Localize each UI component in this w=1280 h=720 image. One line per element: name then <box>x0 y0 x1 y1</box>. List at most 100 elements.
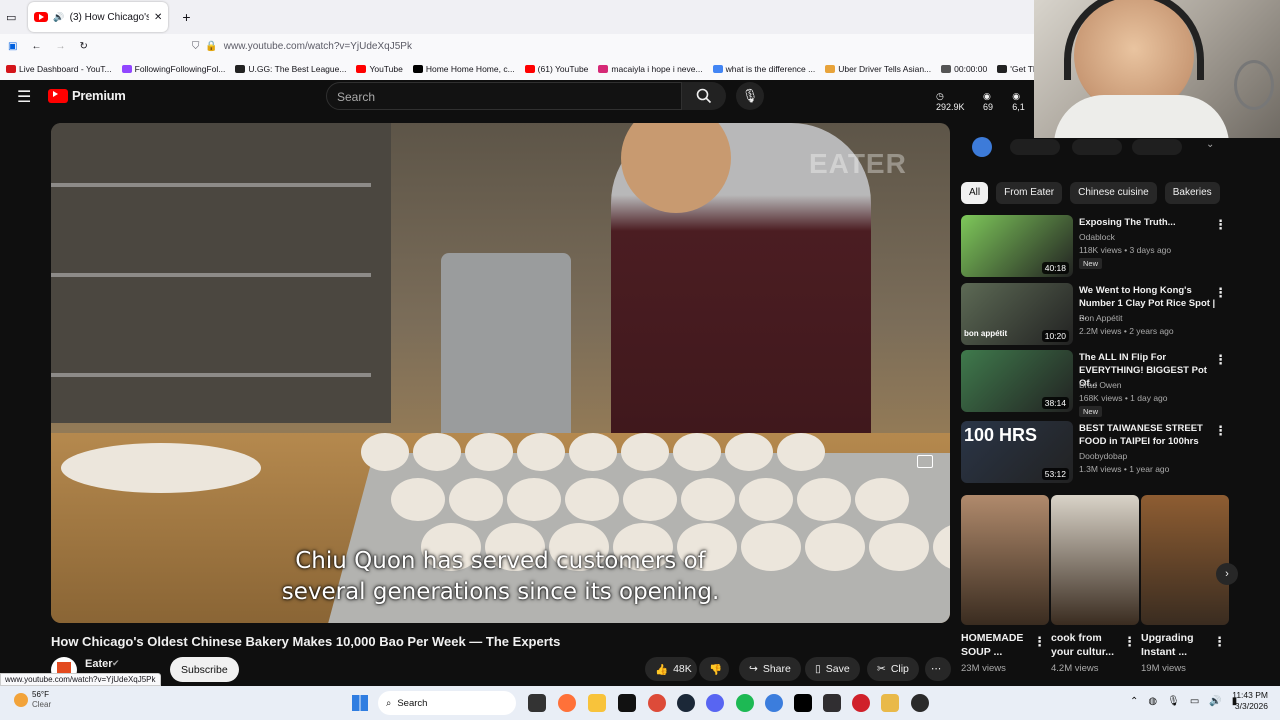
filter-chip[interactable]: Bakeries <box>1164 182 1220 204</box>
chevron-up-icon[interactable]: ⌃ <box>1130 696 1138 707</box>
network-icon[interactable]: ◍ <box>1148 696 1157 707</box>
extension-pill[interactable] <box>1010 139 1060 155</box>
obs-icon[interactable] <box>823 694 841 712</box>
filter-chip[interactable]: All <box>961 182 989 204</box>
back-icon[interactable]: ← <box>31 41 41 52</box>
discord-icon[interactable] <box>706 694 724 712</box>
extension-icon[interactable] <box>972 137 992 157</box>
extension-pill[interactable] <box>1072 139 1122 155</box>
app-w-icon[interactable] <box>911 694 929 712</box>
task-view-icon[interactable] <box>528 694 546 712</box>
sidebar-icon[interactable]: ▣ <box>8 41 17 52</box>
app-red-icon[interactable] <box>852 694 870 712</box>
short-title[interactable]: HOMEMADE SOUP ... <box>961 631 1036 659</box>
bookmark-item[interactable]: 'Get The F--- Out Of M... <box>997 64 1034 74</box>
video-player[interactable]: EATER Chiu Quon has served customers of … <box>51 123 950 623</box>
bookmark-item[interactable]: Uber Driver Tells Asian... <box>825 64 931 74</box>
more-vertical-icon[interactable]: ⋮ <box>1033 634 1046 650</box>
more-vertical-icon[interactable]: ⋮ <box>1214 352 1227 368</box>
search-button[interactable] <box>682 82 726 110</box>
recommendation-channel[interactable]: Doobydobap <box>1079 450 1127 462</box>
more-vertical-icon[interactable]: ⋮ <box>1214 285 1227 301</box>
firefox-icon[interactable] <box>558 694 576 712</box>
like-button[interactable]: 👍 48K <box>645 657 697 681</box>
shelf <box>51 273 371 277</box>
recommendation-item[interactable]: 40:18 Exposing The Truth... Odablock 118K v… <box>961 215 1231 277</box>
recommendation-item[interactable]: 38:14 The ALL IN Flip For EVERYTHING! BIGG… <box>961 350 1231 417</box>
capcut-icon[interactable] <box>794 694 812 712</box>
bookmark-item[interactable]: U.GG: The Best League... <box>235 64 346 74</box>
expand-icon[interactable] <box>917 455 933 468</box>
close-tab-icon[interactable]: ✕ <box>154 12 162 23</box>
file-explorer-icon[interactable] <box>588 694 606 712</box>
mic-tray-icon[interactable]: 🎙 <box>1167 696 1180 707</box>
menu-icon[interactable]: ☰ <box>17 87 31 107</box>
bookmark-item[interactable]: 00:00:00 <box>941 64 987 74</box>
more-vertical-icon[interactable]: ⋮ <box>1213 634 1226 650</box>
new-tab-icon[interactable]: + <box>182 9 190 25</box>
tab-active[interactable]: 🔊 (3) How Chicago's Oldest C ✕ <box>28 2 169 32</box>
search-input[interactable]: Search <box>326 82 682 110</box>
bookmark-item[interactable]: (61) YouTube <box>524 64 588 74</box>
share-button[interactable]: ↪ Share <box>739 657 801 681</box>
url-bar[interactable]: ⛉ 🔒 www.youtube.com/watch?v=YjUdeXqJ5Pk <box>192 41 412 52</box>
scissors-icon: ✂ <box>877 663 886 675</box>
bookmark-favicon-icon <box>356 65 367 73</box>
channel-name[interactable]: Eater <box>85 658 113 670</box>
more-actions-button[interactable]: ⋯ <box>925 657 951 681</box>
recommendation-item[interactable]: bon appétit 10:20 We Went to Hong Kong's Nu… <box>961 283 1231 345</box>
youtube-logo[interactable]: Premium <box>48 88 126 103</box>
short-thumbnail[interactable] <box>961 495 1049 625</box>
recommendation-channel[interactable]: Odablock <box>1079 231 1115 243</box>
forward-icon[interactable]: → <box>55 41 65 52</box>
speaker-icon[interactable]: 🔊 <box>53 12 64 23</box>
short-thumbnail[interactable] <box>1051 495 1139 625</box>
reload-icon[interactable]: ↻ <box>79 41 87 52</box>
subscribe-button[interactable]: Subscribe <box>170 657 239 682</box>
clock[interactable]: 11:43 PM 3/3/2026 <box>1220 690 1268 712</box>
filter-chip[interactable]: Chinese cuisine <box>1070 182 1157 204</box>
filter-chip[interactable]: From Eater <box>996 182 1063 204</box>
short-thumbnail[interactable] <box>1141 495 1229 625</box>
youtube-header: ☰ Premium Search 🎙 ◷ 292.9K ◉ 69 ◉ 6,1 <box>0 80 1034 114</box>
recommendation-item[interactable]: 100 HRS 53:12 BEST TAIWANESE STREET FOOD in… <box>961 421 1231 483</box>
bookmark-favicon-icon <box>997 65 1008 73</box>
more-vertical-icon[interactable]: ⋮ <box>1123 634 1136 650</box>
weather-widget[interactable]: 56°F Clear <box>14 690 51 710</box>
bookmark-item[interactable]: macaiyla i hope i neve... <box>598 64 703 74</box>
short-title[interactable]: Upgrading Instant ... <box>1141 631 1216 659</box>
extension-pill[interactable] <box>1132 139 1182 155</box>
more-vertical-icon[interactable]: ⋮ <box>1214 217 1227 233</box>
bookmark-item[interactable]: Home Home Home, c... <box>412 64 515 74</box>
bookmark-item[interactable]: what is the difference ... <box>712 64 815 74</box>
chrome-icon[interactable] <box>648 694 666 712</box>
bookmark-item[interactable]: FollowingFollowingFol... <box>121 64 226 74</box>
more-vertical-icon[interactable]: ⋮ <box>1214 423 1227 439</box>
bookmark-label: FollowingFollowingFol... <box>134 64 226 74</box>
steam-icon[interactable] <box>677 694 695 712</box>
youtube-logo-icon <box>48 88 68 103</box>
app-yellow-icon[interactable] <box>881 694 899 712</box>
windows-start-icon[interactable] <box>352 695 368 711</box>
recommendation-channel[interactable]: Brad Owen <box>1079 379 1122 391</box>
shorts-next-button[interactable]: › <box>1216 563 1238 585</box>
terminal-icon[interactable] <box>618 694 636 712</box>
video-thumbnail[interactable]: 100 HRS 53:12 <box>961 421 1073 483</box>
clip-button[interactable]: ✂ Clip <box>867 657 919 681</box>
display-icon[interactable]: ▭ <box>1190 696 1199 707</box>
short-title[interactable]: cook from your cultur... <box>1051 631 1126 659</box>
tab-list-icon[interactable]: ▭ <box>6 11 16 24</box>
bookmark-item[interactable]: YouTube <box>356 64 403 74</box>
video-thumbnail[interactable]: 40:18 <box>961 215 1073 277</box>
video-thumbnail[interactable]: bon appétit 10:20 <box>961 283 1073 345</box>
taskbar-search[interactable]: ⌕ Search <box>378 691 516 715</box>
save-button[interactable]: ▯ Save <box>805 657 860 681</box>
chevron-down-icon[interactable]: ⌄ <box>1206 139 1214 150</box>
recommendation-channel[interactable]: Bon Appétit <box>1079 312 1122 324</box>
voice-search-button[interactable]: 🎙 <box>736 82 764 110</box>
dislike-button[interactable]: 👎 <box>699 657 729 681</box>
spotify-icon[interactable] <box>736 694 754 712</box>
video-thumbnail[interactable]: 38:14 <box>961 350 1073 412</box>
bookmark-item[interactable]: Live Dashboard - YouT... <box>6 64 112 74</box>
app-icon[interactable] <box>765 694 783 712</box>
